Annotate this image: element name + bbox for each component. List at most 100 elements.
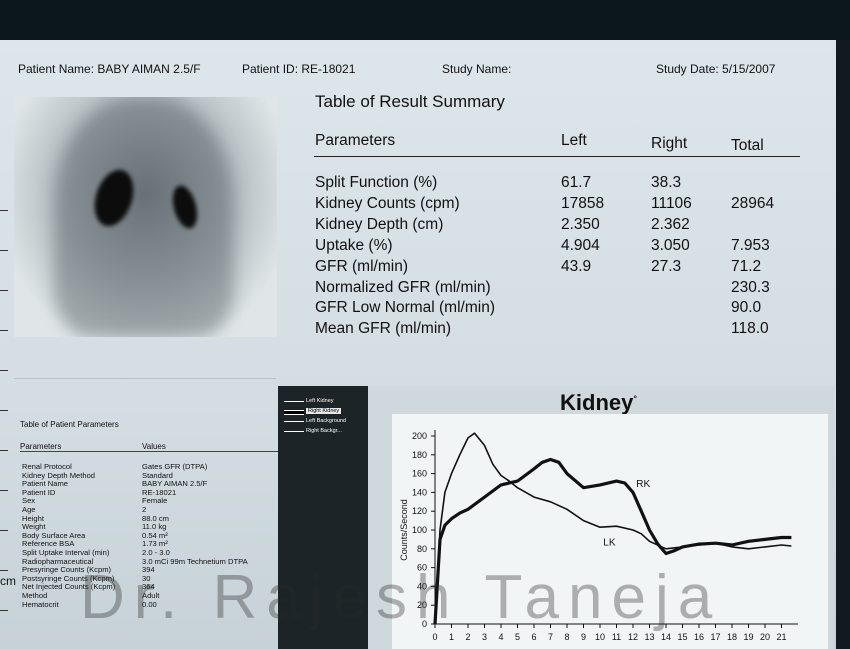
report-header: Patient Name: BABY AIMAN 2.5/F Patient I…	[14, 62, 830, 78]
legend-swatch-right-kidney	[284, 410, 304, 415]
x-tick-label: 1	[449, 632, 454, 642]
summary-cell-total: 71.2	[731, 258, 762, 275]
y-tick-label: 140	[412, 487, 427, 497]
summary-cell-label: Normalized GFR (ml/min)	[315, 279, 491, 296]
summary-cell-total: 230.3	[731, 279, 770, 296]
summary-cell-label: GFR Low Normal (ml/min)	[315, 299, 495, 316]
x-tick-label: 17	[710, 632, 720, 642]
x-tick-label: 15	[677, 632, 687, 642]
summary-cell-right: 2.362	[651, 216, 690, 233]
summary-cell-label: Uptake (%)	[315, 237, 393, 254]
summary-cell-right: 11106	[651, 195, 692, 212]
x-tick-label: 16	[694, 632, 704, 642]
patient-params-title: Table of Patient Parameters	[20, 420, 119, 429]
legend-swatch-left-kidney	[284, 401, 304, 402]
params-row: Age 2	[20, 505, 280, 514]
col-total: Total	[731, 137, 764, 154]
legend-swatch-left-background	[284, 421, 304, 422]
y-axis-label: Counts/Second	[399, 499, 409, 561]
summary-cell-label: Kidney Counts (cpm)	[315, 195, 460, 212]
params-divider	[20, 451, 278, 452]
summary-cell-label: Mean GFR (ml/min)	[315, 320, 452, 337]
params-col-parameters: Parameters	[20, 442, 62, 451]
x-tick-label: 10	[595, 632, 605, 642]
x-tick-label: 13	[644, 632, 654, 642]
annotation-rk: RK	[636, 479, 650, 490]
summary-cell-total: 118.0	[731, 320, 769, 337]
params-row: Renal Protocol Gates GFR (DTPA)	[20, 462, 280, 471]
x-tick-label: 7	[548, 632, 553, 642]
x-tick-label: 4	[498, 632, 503, 642]
patient-id-label: Patient ID: RE-18021	[242, 62, 356, 76]
summary-cell-left: 2.350	[561, 216, 600, 233]
x-tick-label: 2	[465, 632, 470, 642]
x-tick-label: 9	[581, 632, 586, 642]
summary-cell-left: 43.9	[561, 258, 592, 275]
summary-cell-right: 27.3	[651, 258, 682, 275]
summary-cell-total: 28964	[731, 195, 775, 212]
y-tick-label: 120	[412, 506, 427, 516]
summary-cell-label: GFR (ml/min)	[315, 258, 408, 275]
x-tick-label: 5	[515, 632, 520, 642]
cm-label: cm	[0, 574, 16, 588]
annotation-lk: LK	[603, 537, 616, 548]
x-tick-label: 18	[727, 632, 737, 642]
params-label: Hematocrit	[22, 599, 59, 609]
params-row: Height 88.0 cm	[20, 514, 280, 523]
monitor-bezel-right	[836, 40, 850, 649]
params-row: Split Uptake Interval (min) 2.0 - 3.0	[20, 548, 280, 557]
section-divider	[14, 378, 276, 379]
x-tick-label: 14	[661, 632, 671, 642]
params-row: Reference BSA 1.73 m²	[20, 539, 280, 548]
summary-cell-left: 61.7	[561, 174, 592, 191]
legend-left-background: Left Background	[306, 418, 347, 424]
chart-title: Kidney°	[560, 390, 637, 415]
summary-cell-total: 90.0	[731, 299, 762, 316]
col-right: Right	[651, 135, 688, 152]
monitor-bezel-top	[0, 0, 850, 40]
y-tick-label: 200	[412, 431, 427, 441]
summary-title: Table of Result Summary	[315, 92, 505, 111]
summary-cell-label: Kidney Depth (cm)	[315, 216, 444, 233]
x-tick-label: 11	[612, 632, 621, 642]
params-row: Patient ID RE-18021	[20, 488, 280, 497]
summary-cell-right: 3.050	[651, 237, 690, 254]
watermark: Dr. Rajesh Taneja	[80, 563, 722, 632]
y-tick-label: 180	[412, 450, 427, 460]
legend-swatch-right-background	[284, 431, 304, 432]
summary-cell-label: Split Function (%)	[315, 174, 438, 191]
summary-cell-right: 38.3	[651, 174, 682, 191]
patient-name-label: Patient Name: BABY AIMAN 2.5/F	[18, 62, 201, 76]
x-tick-label: 0	[432, 632, 437, 642]
params-row: Sex Female	[20, 496, 280, 505]
summary-cell-left: 17858	[561, 195, 605, 212]
x-tick-label: 8	[564, 632, 569, 642]
x-tick-label: 3	[482, 632, 487, 642]
ruler	[0, 210, 12, 630]
params-row: Patient Name BABY AIMAN 2.5/F	[20, 479, 280, 488]
x-tick-label: 19	[743, 632, 753, 642]
summary-cell-left: 4.904	[561, 237, 600, 254]
y-tick-label: 100	[412, 525, 427, 535]
x-tick-label: 12	[628, 632, 638, 642]
params-row: Body Surface Area 0.54 m²	[20, 531, 280, 540]
summary-divider	[314, 156, 800, 157]
col-parameters: Parameters	[315, 132, 396, 149]
legend-left-kidney: Left Kidney	[306, 398, 334, 404]
study-date-label: Study Date: 5/15/2007	[656, 62, 776, 76]
chart-title-text: Kidney	[560, 390, 634, 415]
params-row: Kidney Depth Method Standard	[20, 471, 280, 480]
x-tick-label: 6	[531, 632, 536, 642]
legend-right-background: Right Backgr...	[306, 428, 342, 434]
chart-legend: Left Kidney Right Kidney Left Background…	[282, 396, 360, 438]
params-row: Weight 11.0 kg	[20, 522, 280, 531]
summary-cell-total: 7.953	[731, 237, 770, 254]
col-left: Left	[561, 132, 587, 149]
renal-scan-image	[14, 97, 277, 337]
params-col-values: Values	[142, 442, 166, 451]
study-name-label: Study Name:	[442, 62, 512, 76]
x-tick-label: 21	[776, 632, 786, 642]
x-tick-label: 20	[760, 632, 770, 642]
y-tick-label: 160	[412, 469, 427, 479]
legend-right-kidney: Right Kidney	[306, 408, 342, 414]
